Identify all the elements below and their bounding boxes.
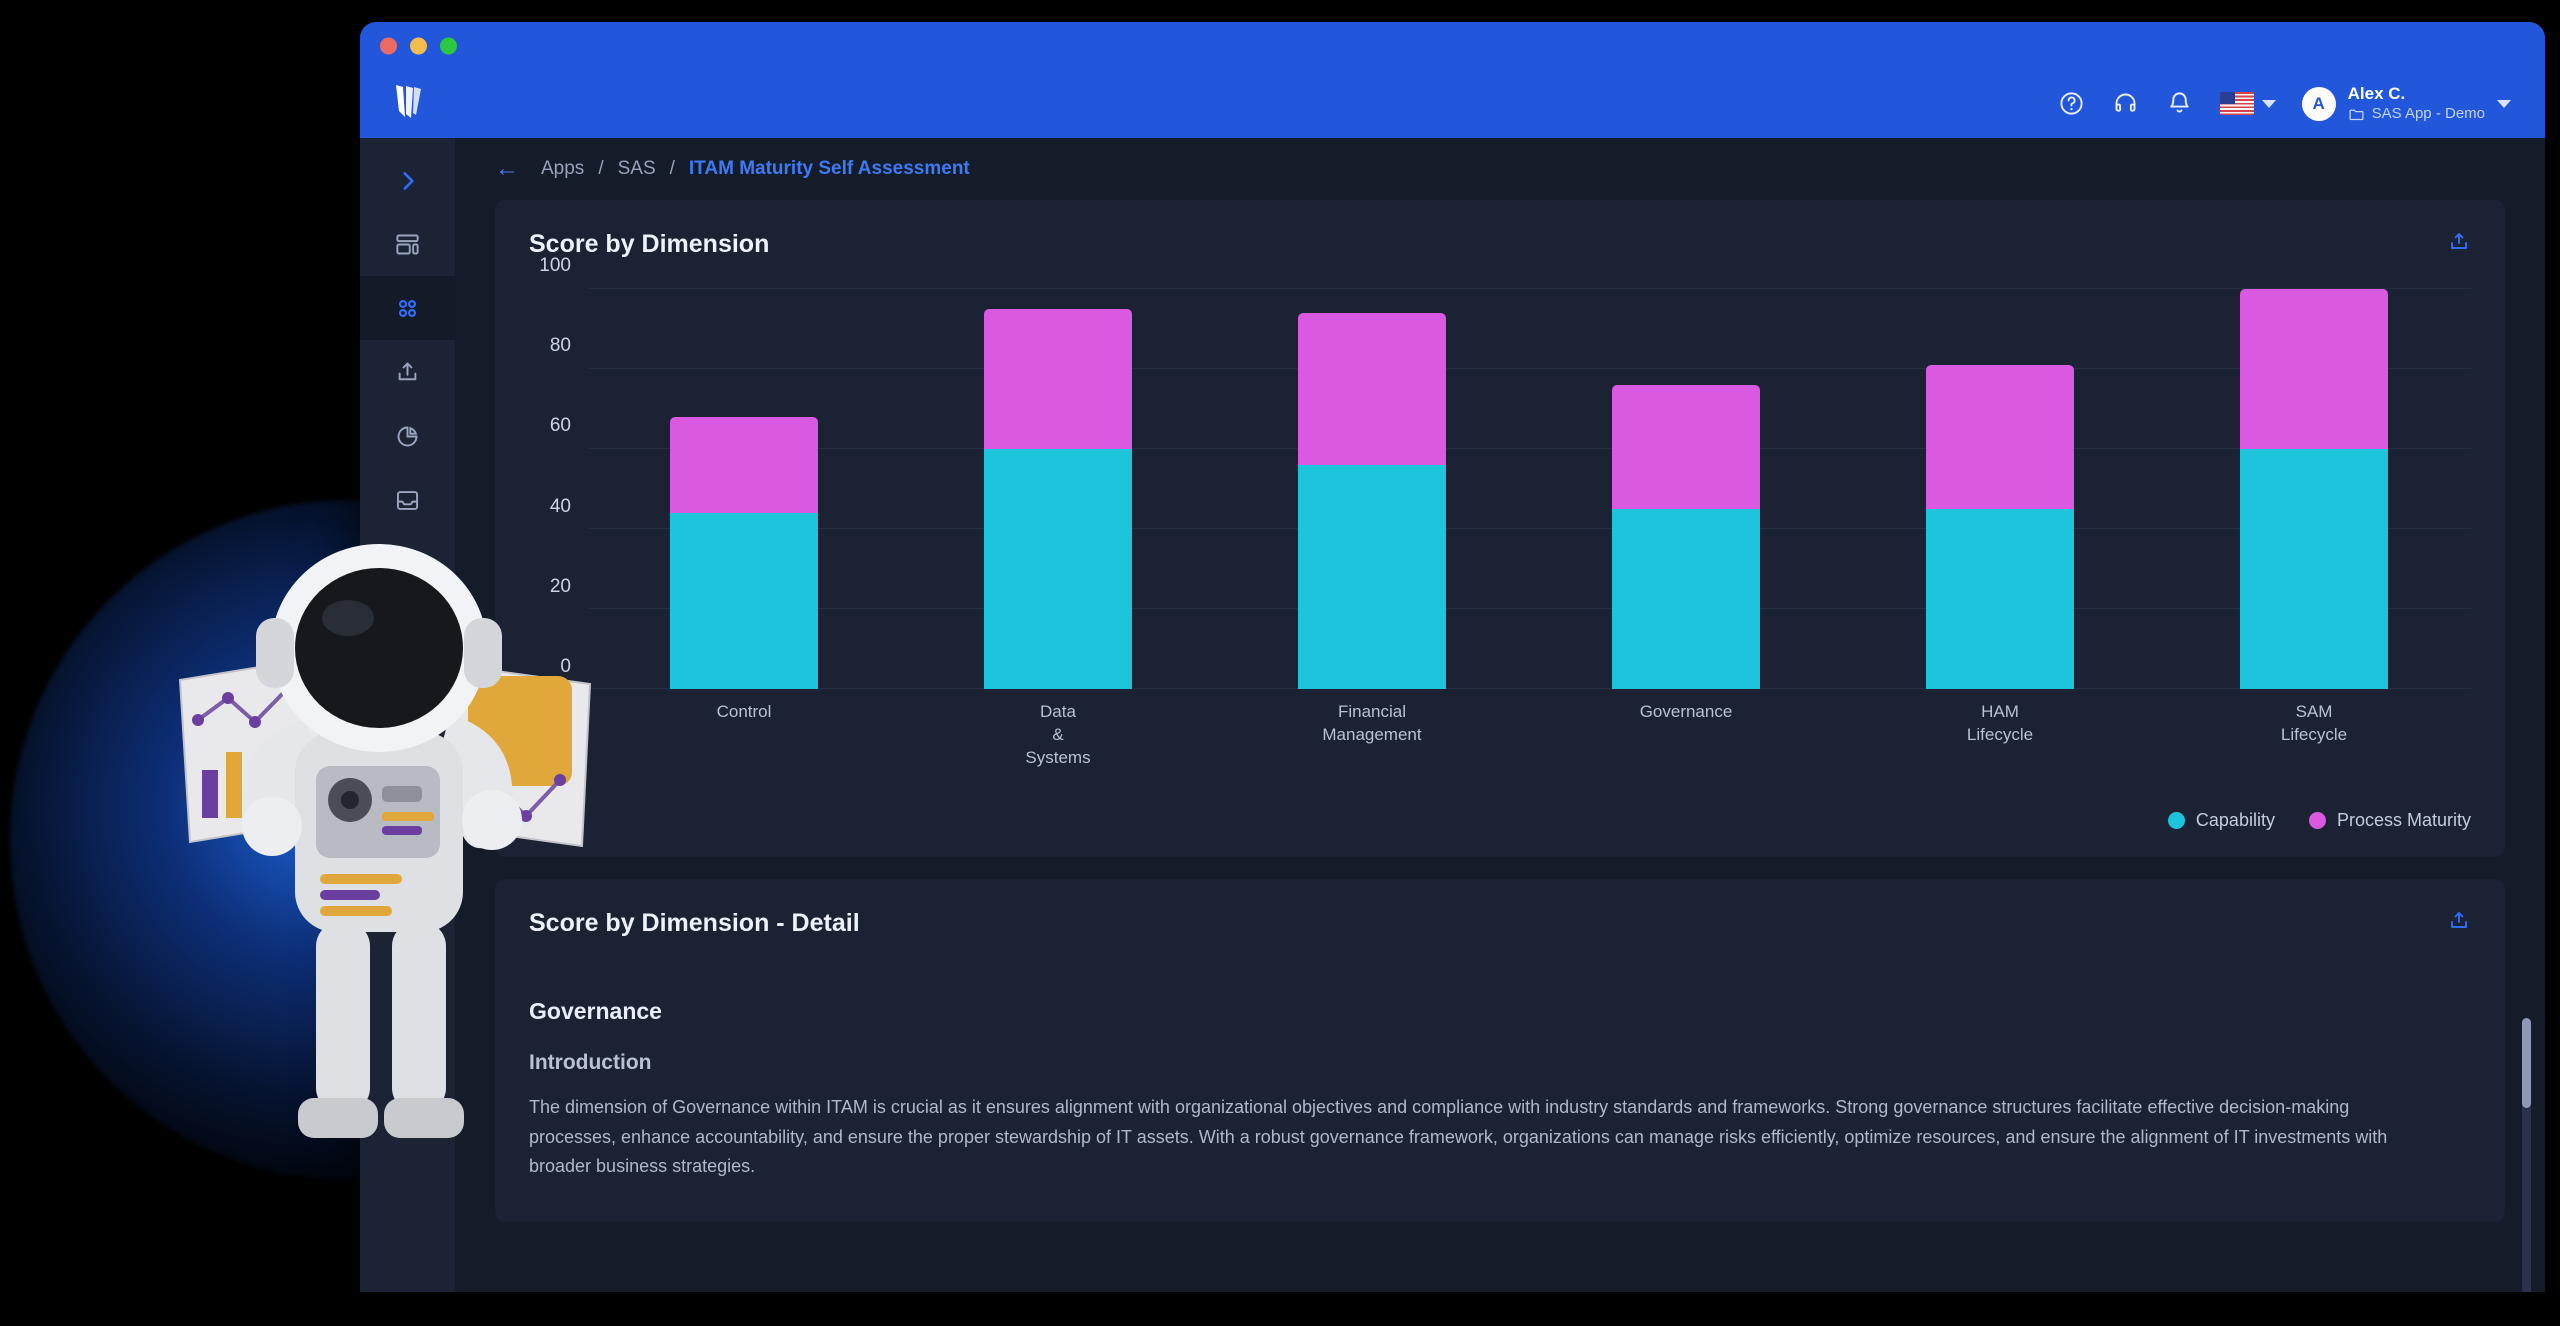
chart-bar-group[interactable] bbox=[1843, 289, 2157, 689]
chart-bar-segment-process-maturity[interactable] bbox=[1612, 385, 1760, 509]
breadcrumb-separator: / bbox=[598, 158, 604, 179]
chart-x-label: Financial Management bbox=[1322, 702, 1422, 744]
chart-bar-group[interactable] bbox=[1215, 289, 1529, 689]
back-button[interactable]: ← bbox=[495, 155, 519, 183]
header-actions: A Alex C. SAS App - Demo bbox=[2058, 84, 2511, 124]
chevron-down-icon bbox=[2261, 99, 2276, 108]
avatar: A bbox=[2301, 86, 2336, 121]
export-icon-glyph bbox=[2451, 911, 2467, 928]
dimension-heading: Governance bbox=[529, 997, 662, 1024]
sidebar-expand-button[interactable] bbox=[360, 150, 455, 212]
user-info: Alex C. SAS App - Demo bbox=[2348, 84, 2485, 124]
minimize-button[interactable] bbox=[410, 37, 427, 55]
bell-icon[interactable] bbox=[2166, 90, 2194, 118]
breadcrumb-separator: / bbox=[669, 158, 675, 179]
chart-bar-stack[interactable] bbox=[1612, 289, 1760, 689]
chart-bar-stack[interactable] bbox=[1926, 289, 2074, 689]
chart-plot-area: 0 20 40 60 80 100 bbox=[539, 255, 2471, 689]
user-menu[interactable]: A Alex C. SAS App - Demo bbox=[2301, 84, 2511, 124]
apps-grid-icon bbox=[398, 299, 417, 317]
close-button[interactable] bbox=[380, 37, 397, 55]
score-detail-card: Score by Dimension - Detail Governance I… bbox=[495, 878, 2505, 1222]
chart-bar-group[interactable] bbox=[1529, 289, 1843, 689]
sidebar-item-apps[interactable] bbox=[360, 276, 455, 340]
us-flag-icon bbox=[2219, 92, 2254, 116]
chart-bar-segment-process-maturity[interactable] bbox=[1926, 365, 2074, 509]
user-name: Alex C. bbox=[2347, 84, 2406, 104]
app-header: A Alex C. SAS App - Demo bbox=[360, 70, 2545, 138]
detail-paragraph: The dimension of Governance within ITAM … bbox=[529, 1096, 2388, 1177]
chart-bar-stack[interactable] bbox=[1298, 289, 1446, 689]
breadcrumb-item-current[interactable]: ITAM Maturity Self Assessment bbox=[689, 158, 970, 180]
chart-bar-stack[interactable] bbox=[2240, 289, 2388, 689]
main-content: ← Apps / SAS / ITAM Maturity Self Assess… bbox=[455, 138, 2545, 1292]
astronaut-body bbox=[242, 544, 522, 1138]
chart-y-tick-label: 60 bbox=[549, 415, 571, 437]
scroll-area: Score by Dimension 0 20 40 60 80 100 Con… bbox=[455, 200, 2545, 1222]
window-titlebar bbox=[360, 22, 2545, 70]
legend-color-swatch bbox=[2308, 811, 2326, 829]
chart-bar-segment-capability[interactable] bbox=[2240, 449, 2388, 689]
breadcrumb-item-apps[interactable]: Apps bbox=[541, 158, 584, 180]
legend-label: Process Maturity bbox=[2336, 809, 2471, 830]
brand-logo-icon bbox=[396, 84, 421, 118]
help-circle-icon[interactable] bbox=[2058, 90, 2086, 118]
chart-legend: Capability Process Maturity bbox=[495, 788, 2505, 857]
sidebar-item-analytics[interactable] bbox=[360, 404, 455, 468]
chart-x-label: HAM Lifecycle bbox=[1966, 702, 2034, 744]
export-icon-glyph bbox=[2451, 233, 2467, 249]
breadcrumb-item-sas[interactable]: SAS bbox=[618, 158, 656, 180]
section-heading: Introduction bbox=[529, 1050, 652, 1074]
chart-bar-segment-capability[interactable] bbox=[1612, 509, 1760, 689]
score-by-dimension-card: Score by Dimension 0 20 40 60 80 100 Con… bbox=[495, 200, 2505, 857]
chart-card-header: Score by Dimension bbox=[495, 200, 2505, 259]
language-selector[interactable] bbox=[2219, 92, 2276, 116]
chevron-down-icon bbox=[2497, 99, 2511, 108]
chart-bars bbox=[587, 289, 2471, 689]
chart-x-axis-labels: Control Data & Systems Financial Managemen… bbox=[587, 701, 2471, 770]
upload-icon bbox=[398, 362, 417, 380]
chart-y-tick-label: 100 bbox=[539, 255, 571, 276]
export-icon[interactable] bbox=[2447, 909, 2471, 938]
brand-logo[interactable] bbox=[390, 81, 430, 128]
chart-bar-segment-capability[interactable] bbox=[1926, 509, 2074, 689]
chart-bar-group[interactable] bbox=[2157, 289, 2471, 689]
sidebar-item-layout[interactable] bbox=[360, 212, 455, 276]
astronaut-illustration bbox=[178, 544, 592, 1138]
breadcrumb: ← Apps / SAS / ITAM Maturity Self Assess… bbox=[455, 138, 2545, 200]
pie-chart-icon bbox=[397, 426, 418, 446]
screen: A Alex C. SAS App - Demo ← Apps / SAS / … bbox=[0, 0, 2560, 1326]
export-icon[interactable] bbox=[2447, 230, 2471, 259]
chart-x-label: Governance bbox=[1639, 702, 1733, 721]
headset-icon[interactable] bbox=[2112, 90, 2140, 118]
legend-color-swatch bbox=[2167, 811, 2185, 829]
chart-bar-segment-process-maturity[interactable] bbox=[984, 309, 1132, 449]
detail-body: Governance Introduction The dimension of… bbox=[495, 938, 2505, 1222]
layout-icon bbox=[396, 234, 419, 254]
bar-chart: 0 20 40 60 80 100 Control Data & Systems Financ… bbox=[495, 255, 2505, 788]
vertical-scrollbar[interactable] bbox=[2522, 1018, 2531, 1292]
window-controls bbox=[380, 37, 457, 55]
chart-x-label: SAM Lifecycle bbox=[2280, 702, 2348, 744]
chart-bar-stack[interactable] bbox=[984, 289, 1132, 689]
chart-x-label: Data & Systems bbox=[1025, 702, 1091, 767]
scrollbar-thumb[interactable] bbox=[2522, 1018, 2531, 1108]
chevron-right-icon bbox=[402, 172, 414, 190]
folder-icon bbox=[2349, 109, 2364, 120]
sidebar-item-upload[interactable] bbox=[360, 340, 455, 404]
legend-label: Capability bbox=[2195, 809, 2275, 830]
chart-y-tick-label: 80 bbox=[549, 335, 571, 357]
user-org: SAS App - Demo bbox=[2348, 104, 2485, 124]
maximize-button[interactable] bbox=[440, 37, 457, 55]
chart-bar-group[interactable] bbox=[901, 289, 1215, 689]
legend-item-capability[interactable]: Capability bbox=[2167, 809, 2275, 831]
chart-bar-segment-process-maturity[interactable] bbox=[1298, 313, 1446, 465]
legend-item-process-maturity[interactable]: Process Maturity bbox=[2308, 809, 2471, 831]
chart-bar-segment-capability[interactable] bbox=[984, 449, 1132, 689]
chart-bar-segment-process-maturity[interactable] bbox=[2240, 289, 2388, 449]
detail-card-header: Score by Dimension - Detail bbox=[495, 879, 2505, 938]
chart-bar-segment-capability[interactable] bbox=[1298, 465, 1446, 689]
user-org-label: SAS App - Demo bbox=[2371, 105, 2485, 123]
